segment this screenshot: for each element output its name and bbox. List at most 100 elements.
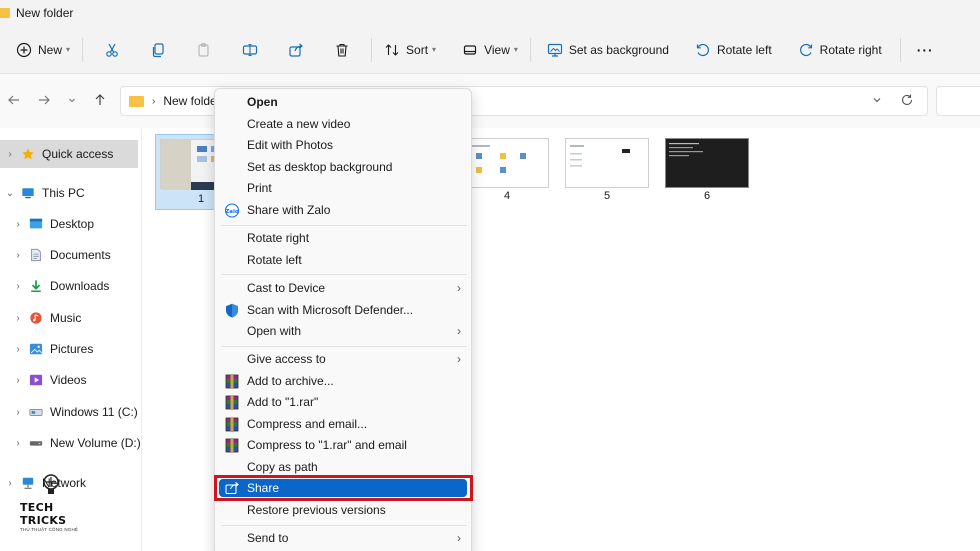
delete-button[interactable] — [319, 34, 365, 66]
chevron-right-icon[interactable]: › — [0, 149, 20, 160]
menu-item-label: Restore previous versions — [247, 503, 386, 517]
menu-item-print[interactable]: Print — [219, 178, 467, 199]
chevron-right-icon[interactable]: › — [8, 281, 28, 292]
menu-item-rotate-right[interactable]: Rotate right — [219, 228, 467, 249]
share-toolbar-button[interactable] — [273, 34, 319, 66]
file-item[interactable]: 5 — [561, 134, 653, 210]
chevron-down-icon: ▾ — [66, 45, 71, 54]
chevron-right-icon[interactable]: › — [8, 219, 28, 230]
menu-item-open[interactable]: Open — [219, 92, 467, 113]
menu-item-rotate-left[interactable]: Rotate left — [219, 250, 467, 271]
menu-item-send-to[interactable]: Send to › — [219, 528, 467, 549]
sidebar-item-new-volume-d[interactable]: › New Volume (D:) — [8, 429, 148, 457]
menu-item-set-desktop-background[interactable]: Set as desktop background — [219, 157, 467, 178]
sidebar-item-label: Pictures — [50, 342, 94, 356]
menu-item-give-access-to[interactable]: Give access to › — [219, 349, 467, 370]
menu-item-label: Print — [247, 181, 272, 195]
rotate-right-button[interactable]: Rotate right — [792, 34, 888, 66]
chevron-right-icon[interactable]: › — [8, 344, 28, 355]
divider — [899, 37, 901, 62]
chevron-right-icon[interactable]: › — [8, 313, 28, 324]
view-icon — [463, 44, 477, 55]
menu-item-scan-with-defender[interactable]: Scan with Microsoft Defender... — [219, 300, 467, 321]
menu-item-label: Share with Zalo — [247, 203, 331, 217]
search-input[interactable] — [936, 86, 980, 116]
menu-item-label: Set as desktop background — [247, 160, 393, 174]
trash-icon — [336, 43, 348, 57]
back-button[interactable] — [4, 90, 24, 110]
menu-item-restore-previous-versions[interactable]: Restore previous versions — [219, 500, 467, 521]
menu-item-cast-to-device[interactable]: Cast to Device › — [219, 278, 467, 299]
menu-item-open-with[interactable]: Open with › — [219, 321, 467, 342]
menu-item-label: Add to "1.rar" — [247, 395, 319, 409]
set-as-background-button[interactable]: Set as background — [541, 34, 675, 66]
rename-icon — [242, 43, 258, 56]
monitor-icon — [22, 188, 34, 199]
more-options-button[interactable]: ··· — [911, 34, 940, 66]
rotate-left-button[interactable]: Rotate left — [689, 34, 778, 66]
file-item[interactable]: 4 — [461, 134, 553, 210]
sidebar-item-label: Windows 11 (C:) — [50, 405, 138, 419]
chevron-right-icon: › — [457, 324, 461, 338]
sidebar-item-downloads[interactable]: › Downloads — [8, 272, 148, 300]
rotate-right-label: Rotate right — [819, 42, 882, 57]
sidebar-item-windows-c[interactable]: › Windows 11 (C:) — [8, 398, 148, 426]
chevron-right-icon[interactable]: › — [8, 375, 28, 386]
music-icon — [30, 312, 42, 324]
recent-locations-button[interactable] — [62, 90, 82, 110]
new-label: New — [38, 42, 63, 57]
title-bar: New folder — [0, 0, 980, 26]
chevron-down-icon[interactable] — [871, 94, 883, 106]
sidebar-item-label: New Volume (D:) — [50, 436, 141, 450]
sidebar-item-label: Quick access — [42, 147, 114, 161]
watermark-title: TECH TRICKS — [20, 501, 67, 527]
chevron-right-icon[interactable]: › — [8, 438, 28, 449]
menu-item-label: Open with — [247, 324, 302, 338]
view-button[interactable]: View ▾ — [456, 34, 524, 66]
chevron-right-icon[interactable]: › — [0, 478, 20, 489]
sidebar-item-pictures[interactable]: › Pictures — [8, 335, 148, 363]
command-bar: New ▾ Sort ▾ View ▾ Set as background Ro… — [0, 26, 980, 74]
menu-item-compress-and-email[interactable]: Compress and email... — [219, 414, 467, 435]
arrow-right-icon — [39, 95, 50, 105]
chevron-down-icon[interactable]: ⌄ — [0, 188, 20, 199]
sidebar-item-music[interactable]: › Music — [8, 304, 148, 332]
sidebar-item-desktop[interactable]: › Desktop — [8, 210, 148, 238]
menu-separator — [221, 225, 467, 226]
sidebar-item-label: Downloads — [50, 279, 110, 293]
refresh-icon[interactable] — [899, 92, 915, 108]
file-item[interactable]: 6 — [661, 134, 753, 210]
sidebar-item-this-pc[interactable]: ⌄ This PC — [0, 179, 140, 207]
menu-item-label: Rotate right — [247, 231, 310, 245]
sidebar-item-videos[interactable]: › Videos — [8, 366, 148, 394]
menu-item-add-to-archive[interactable]: Add to archive... — [219, 371, 467, 392]
copy-button[interactable] — [135, 34, 181, 66]
sidebar-item-documents[interactable]: › Documents — [8, 241, 148, 269]
tech-tricks-logo-icon — [43, 474, 59, 494]
sort-icon — [385, 43, 399, 56]
rename-button[interactable] — [227, 34, 273, 66]
set-as-background-label: Set as background — [568, 42, 669, 57]
up-button[interactable] — [90, 90, 110, 110]
file-name: 4 — [503, 190, 511, 202]
menu-item-edit-with-photos[interactable]: Edit with Photos — [219, 135, 467, 156]
drive-icon — [29, 441, 43, 446]
menu-item-share-with-zalo[interactable]: Zalo Share with Zalo — [219, 200, 467, 221]
pictures-icon — [29, 343, 43, 355]
sidebar-item-quick-access[interactable]: › Quick access — [0, 140, 138, 168]
cut-button[interactable] — [89, 34, 135, 66]
documents-icon — [31, 248, 41, 262]
menu-item-create-new-video[interactable]: Create a new video — [219, 114, 467, 135]
chevron-right-icon: › — [457, 281, 461, 295]
paste-button[interactable] — [181, 34, 227, 66]
winrar-icon — [225, 417, 239, 432]
chevron-right-icon[interactable]: › — [8, 407, 28, 418]
watermark-subtitle: THỦ THUẬT CÔNG NGHỆ — [20, 527, 79, 532]
chevron-right-icon[interactable]: › — [8, 250, 28, 261]
new-button[interactable]: New ▾ — [10, 34, 76, 66]
sort-button[interactable]: Sort ▾ — [378, 34, 442, 66]
forward-button[interactable] — [34, 90, 54, 110]
menu-item-add-to-1-rar[interactable]: Add to "1.rar" — [219, 392, 467, 413]
menu-item-compress-to-1-rar-and-email[interactable]: Compress to "1.rar" and email — [219, 435, 467, 456]
image-thumbnail — [565, 138, 649, 188]
